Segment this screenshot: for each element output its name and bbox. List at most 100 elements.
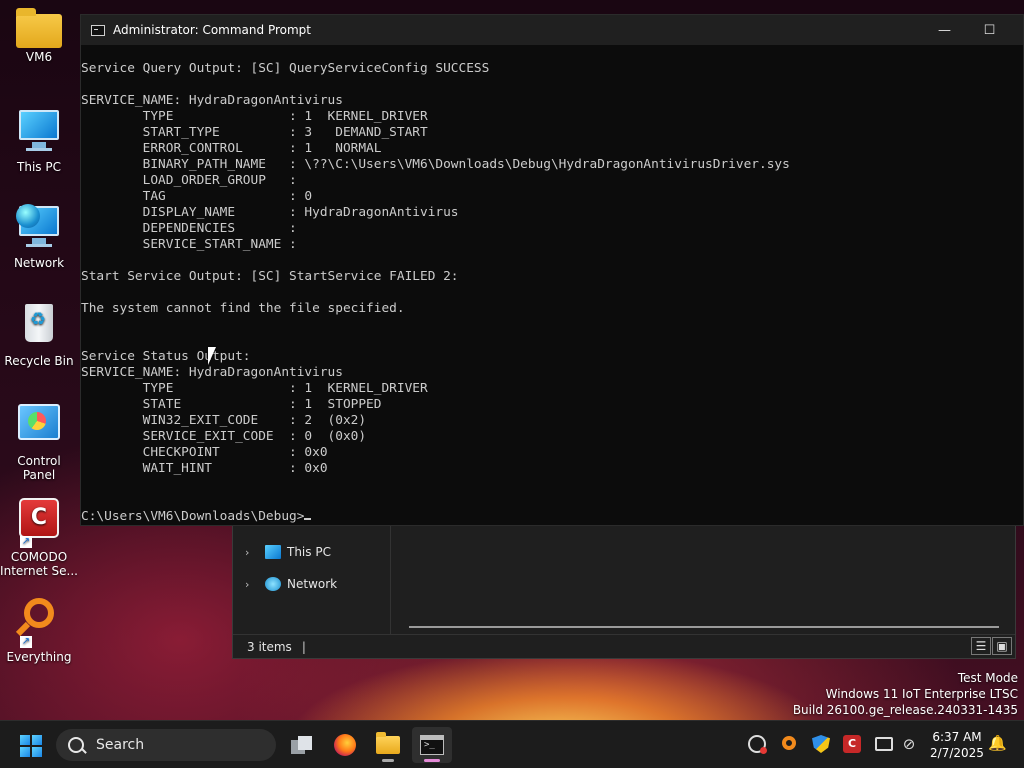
console-line: Start Service Output: [SC] StartService … [81, 269, 459, 284]
folder-icon [16, 8, 62, 48]
console-output[interactable]: Service Query Output: [SC] QueryServiceC… [81, 61, 1023, 525]
navigation-pane[interactable]: › This PC › Network [233, 525, 391, 635]
watermark-line: Build 26100.ge_release.240331-1435 [792, 703, 1018, 717]
desktop-icon-label: Network [13, 256, 65, 270]
desktop-icon-vm6[interactable]: VM6 [0, 8, 78, 64]
watermark-line: Test Mode [957, 671, 1018, 685]
title-bar[interactable]: Administrator: Command Prompt — ☐ [81, 15, 1023, 45]
console-line: TYPE : 1 KERNEL_DRIVER [81, 381, 428, 396]
console-line: TYPE : 1 KERNEL_DRIVER [81, 109, 428, 124]
console-line: SERVICE_EXIT_CODE : 0 (0x0) [81, 429, 367, 444]
nav-item-label: Network [287, 577, 338, 591]
command-prompt-icon [420, 735, 444, 755]
comodo-icon[interactable]: C [843, 735, 861, 753]
console-line: TAG : 0 [81, 189, 313, 204]
console-line: Service Query Output: [SC] QueryServiceC… [81, 61, 490, 76]
sync-icon[interactable] [748, 735, 767, 754]
desktop-icon-control-panel[interactable]: Control Panel [0, 402, 78, 482]
computer-icon [265, 545, 281, 559]
console-line: C:\Users\VM6\Downloads\Debug> [81, 509, 1023, 525]
console-line: SERVICE_START_NAME : [81, 237, 297, 252]
console-line: START_TYPE : 3 DEMAND_START [81, 125, 428, 140]
nav-item-network[interactable]: › Network [245, 574, 337, 594]
shortcut-arrow-icon: ↗ [20, 636, 32, 648]
running-indicator [424, 759, 440, 762]
desktop-icon-label: Control Panel [17, 454, 61, 482]
text-cursor [304, 518, 312, 520]
start-button[interactable] [20, 735, 42, 757]
clock-time: 6:37 AM [932, 730, 982, 744]
search-icon [68, 737, 84, 753]
console-line: SERVICE_NAME: HydraDragonAntivirus [81, 93, 343, 108]
taskbar: Search C ⊘ 6:37 AM 2/7/2025 🔔 [0, 720, 1024, 768]
status-bar: 3 items | [233, 634, 1015, 658]
file-explorer-button[interactable] [368, 727, 408, 763]
item-count: 3 items [247, 639, 292, 654]
nav-item-label: This PC [287, 545, 331, 559]
clock-date: 2/7/2025 [930, 746, 984, 760]
display-icon[interactable] [875, 737, 893, 751]
taskbar-search[interactable]: Search [56, 729, 276, 761]
everything-icon[interactable] [782, 736, 796, 750]
desktop-icon-this-pc[interactable]: This PC [0, 108, 78, 174]
mouse-pointer-icon [208, 347, 216, 365]
task-view-button[interactable] [282, 727, 322, 763]
command-prompt-icon [91, 24, 105, 36]
chevron-right-icon[interactable]: › [245, 578, 259, 591]
control-panel-icon [16, 402, 62, 448]
file-explorer-window[interactable]: › This PC › Network 3 items | ☰ ▣ [232, 524, 1016, 659]
console-line: LOAD_ORDER_GROUP : [81, 173, 297, 188]
speaker-muted-icon[interactable]: ⊘ [900, 735, 918, 753]
desktop-icon-label: Everything [6, 650, 72, 664]
firefox-icon [334, 734, 356, 756]
maximize-button[interactable]: ☐ [967, 15, 1012, 45]
file-explorer-icon [376, 732, 400, 754]
everything-icon: ↗ [16, 598, 62, 648]
windows-logo-icon [20, 735, 30, 745]
details-view-button[interactable]: ☰ [971, 637, 991, 655]
console-line: CHECKPOINT : 0x0 [81, 445, 328, 460]
task-view-icon [291, 736, 313, 754]
desktop-icon-label: VM6 [25, 50, 53, 64]
console-line: ERROR_CONTROL : 1 NORMAL [81, 141, 382, 156]
chevron-right-icon[interactable]: › [245, 546, 259, 559]
console-line: The system cannot find the file specifie… [81, 301, 405, 316]
firefox-button[interactable] [325, 727, 365, 763]
console-line: STATE : 1 STOPPED [81, 397, 382, 412]
desktop-icon-network[interactable]: Network [0, 204, 78, 270]
test-mode-watermark: Test Mode Windows 11 IoT Enterprise LTSC… [793, 670, 1018, 718]
network-icon [16, 204, 62, 250]
command-prompt-window[interactable]: Administrator: Command Prompt — ☐ Servic… [80, 14, 1024, 526]
desktop-icon-label: Recycle Bin [4, 354, 74, 368]
desktop-icon-recycle-bin[interactable]: Recycle Bin [0, 302, 78, 368]
computer-icon [16, 108, 62, 154]
nav-item-this-pc[interactable]: › This PC [245, 542, 331, 562]
notification-bell-icon[interactable]: 🔔 [988, 735, 1007, 751]
desktop-icon-comodo[interactable]: C ↗ COMODO Internet Se... [0, 498, 78, 578]
console-line: BINARY_PATH_NAME : \??\C:\Users\VM6\Down… [81, 157, 790, 172]
running-indicator [382, 759, 394, 762]
comodo-icon: C ↗ [16, 498, 62, 548]
minimize-button[interactable]: — [922, 15, 967, 45]
tiles-view-button[interactable]: ▣ [992, 637, 1012, 655]
command-prompt-button[interactable] [412, 727, 452, 763]
status-separator: | [301, 639, 306, 654]
desktop-icon-label: COMODO Internet Se... [0, 550, 78, 578]
console-line: WIN32_EXIT_CODE : 2 (0x2) [81, 413, 367, 428]
watermark-line: Windows 11 IoT Enterprise LTSC [825, 687, 1018, 701]
console-line: DISPLAY_NAME : HydraDragonAntivirus [81, 205, 459, 220]
defender-shield-icon[interactable] [812, 735, 830, 753]
desktop-icon-everything[interactable]: ↗ Everything [0, 598, 78, 664]
horizontal-scrollbar[interactable] [409, 626, 999, 628]
shortcut-arrow-icon: ↗ [20, 536, 32, 548]
console-line: DEPENDENCIES : [81, 221, 297, 236]
network-icon [265, 577, 281, 591]
system-clock[interactable]: 6:37 AM 2/7/2025 [926, 729, 988, 761]
console-line: WAIT_HINT : 0x0 [81, 461, 328, 476]
